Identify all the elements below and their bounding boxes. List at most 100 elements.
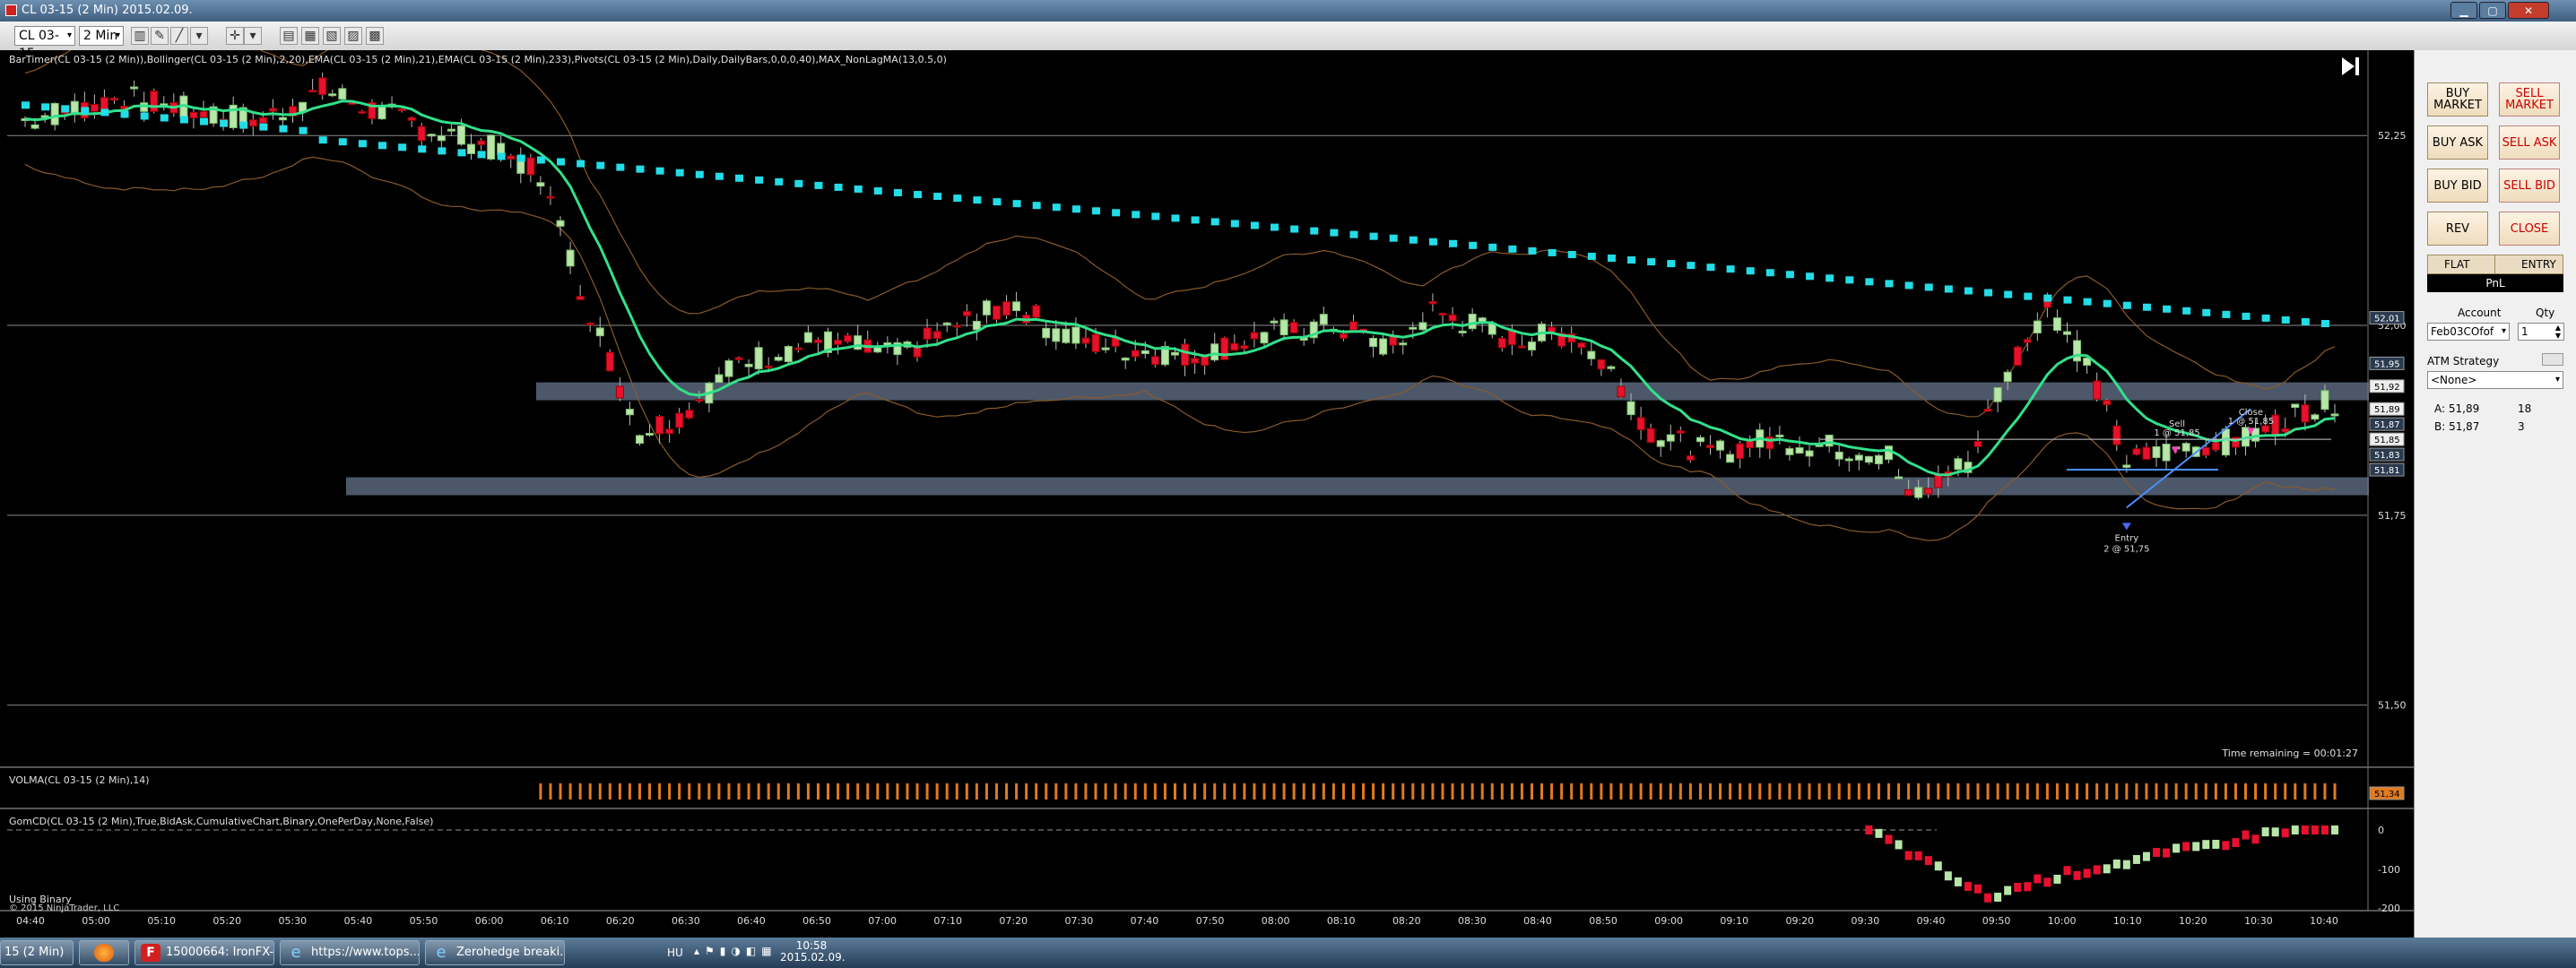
- atm-strategy-select[interactable]: <None> ▾: [2427, 371, 2563, 389]
- ema233-block: [1627, 256, 1636, 264]
- dropdown-icon[interactable]: ▾: [190, 27, 208, 45]
- order-button-sell-bid[interactable]: SELL BID: [2499, 169, 2560, 203]
- order-button-close[interactable]: CLOSE: [2499, 212, 2560, 246]
- qty-stepper[interactable]: 1 ▲ ▼: [2518, 323, 2564, 341]
- candle-body: [1448, 314, 1457, 322]
- time-axis-label: 05:00: [82, 915, 110, 927]
- candle-body: [1032, 305, 1041, 318]
- volume-bar: [2095, 783, 2099, 799]
- chart-trader-icon[interactable]: ▩: [366, 27, 384, 45]
- candle-body: [258, 117, 267, 124]
- ema233-block: [2261, 314, 2270, 322]
- volume-bar: [1243, 783, 1246, 799]
- chevron-down-icon: ▾: [2501, 326, 2506, 336]
- taskbar-item-chart[interactable]: 15 (2 Min): [0, 940, 74, 965]
- order-button-buy-bid[interactable]: BUY BID: [2427, 169, 2488, 203]
- ema233-block: [2122, 301, 2131, 309]
- instrument-select[interactable]: CL 03-15 ▾: [14, 26, 75, 61]
- ema233-block: [2004, 290, 2013, 298]
- candle-body: [646, 432, 655, 436]
- taskbar-item-firefox[interactable]: [79, 940, 129, 965]
- volume-bar: [678, 783, 681, 799]
- ema233-block: [755, 176, 764, 184]
- atm-settings-button[interactable]: [2542, 353, 2563, 366]
- volume-bar: [1302, 783, 1305, 799]
- candle-body: [90, 104, 99, 112]
- volume-bar: [1223, 783, 1227, 799]
- candle-body: [1438, 313, 1447, 316]
- copyright-label: © 2015 NinjaTrader, LLC: [9, 903, 119, 913]
- candle-body: [1091, 333, 1100, 352]
- draw-line-icon[interactable]: ╱: [170, 27, 188, 45]
- price-chart[interactable]: Entry2 @ 51,75Sell1 @ 51,85Close1 @ 51,8…: [0, 50, 2414, 938]
- ema233-block: [1349, 230, 1358, 238]
- data-box-icon[interactable]: ▨: [344, 27, 362, 45]
- ema233-block: [358, 140, 367, 148]
- volume-bar: [1292, 783, 1296, 799]
- indicators-icon[interactable]: ▦: [301, 27, 319, 45]
- language-indicator[interactable]: HU: [667, 946, 683, 959]
- ema233-block: [616, 163, 625, 171]
- price-badge-label: 51,87: [2374, 420, 2400, 430]
- ema233-block: [1567, 250, 1576, 258]
- candle-body: [2023, 339, 2032, 343]
- time-axis-label: 06:10: [541, 915, 569, 927]
- order-button-buy-market[interactable]: BUY MARKET: [2427, 82, 2488, 117]
- ema233-block: [438, 147, 447, 155]
- close-detail: 1 @ 51,85: [2228, 417, 2274, 427]
- ema233-block: [1587, 252, 1596, 260]
- time-axis-label: 08:00: [1262, 915, 1290, 927]
- candle-body: [1696, 436, 1704, 443]
- candle-body: [1626, 401, 1635, 416]
- volume-bar: [568, 783, 572, 799]
- ema233-block: [378, 142, 387, 150]
- gomcd-axis-label: -200: [2378, 903, 2400, 914]
- account-select[interactable]: Feb03COfof ▾: [2427, 323, 2510, 341]
- volume-bar: [1719, 783, 1722, 799]
- chart-properties-icon[interactable]: ▤: [280, 27, 298, 45]
- interval-select[interactable]: 2 Min ▾: [79, 26, 124, 46]
- tray-icons[interactable]: ▴⚑▮◑◧▦: [694, 945, 777, 957]
- order-button-sell-ask[interactable]: SELL ASK: [2499, 125, 2560, 160]
- volume-bar: [1480, 783, 1484, 799]
- order-button-sell-market[interactable]: SELL MARKET: [2499, 82, 2560, 117]
- maximize-button[interactable]: ▢: [2479, 2, 2506, 19]
- close-window-button[interactable]: ✕: [2508, 2, 2549, 19]
- ema233-block: [1488, 243, 1497, 251]
- windows-taskbar: 15 (2 Min) F 15000664: IronFX-... e http…: [0, 938, 2576, 968]
- volume-bar: [1392, 783, 1395, 799]
- ema233-block: [655, 167, 664, 175]
- dropdown-icon[interactable]: ▾: [244, 27, 262, 45]
- time-axis-label: 10:00: [2048, 915, 2077, 927]
- ema233-block: [914, 191, 923, 199]
- candle-body: [30, 124, 39, 129]
- strategies-icon[interactable]: ▧: [323, 27, 341, 45]
- taskbar-item-ironfx[interactable]: F 15000664: IronFX-...: [134, 940, 274, 965]
- candle-body: [2112, 425, 2121, 445]
- ema233-block: [1726, 265, 1735, 273]
- crosshair-icon[interactable]: ✛: [226, 27, 244, 45]
- gomcd-candle: [1885, 834, 1893, 844]
- volume-bar: [1897, 783, 1901, 799]
- taskbar-item-browser-2[interactable]: e Zerohedge breaki...: [425, 940, 565, 965]
- stepper-icon[interactable]: ▲ ▼: [2555, 324, 2561, 340]
- ema233-block: [1052, 203, 1061, 212]
- volume-bar: [1470, 783, 1474, 799]
- order-button-rev[interactable]: REV: [2427, 212, 2488, 246]
- order-button-buy-ask[interactable]: BUY ASK: [2427, 125, 2488, 160]
- taskbar-item-browser-1[interactable]: e https://www.tops...: [280, 940, 420, 965]
- minimize-button[interactable]: ▁: [2450, 2, 2477, 19]
- volume-bar: [658, 783, 662, 799]
- ema233-block: [2320, 320, 2329, 328]
- pencil-icon[interactable]: ✎: [151, 27, 169, 45]
- bar-type-icon[interactable]: ▥: [131, 27, 149, 45]
- app-icon: [5, 4, 17, 16]
- ema233-block: [1765, 269, 1774, 277]
- candle-body: [268, 108, 277, 112]
- ema233-block: [953, 194, 962, 203]
- volume-bar: [2155, 783, 2158, 799]
- taskbar-clock[interactable]: 10:58 2015.02.09.: [780, 940, 846, 964]
- volume-bar: [1817, 783, 1821, 799]
- volume-bar: [1411, 783, 1415, 799]
- volume-bar: [2025, 783, 2029, 799]
